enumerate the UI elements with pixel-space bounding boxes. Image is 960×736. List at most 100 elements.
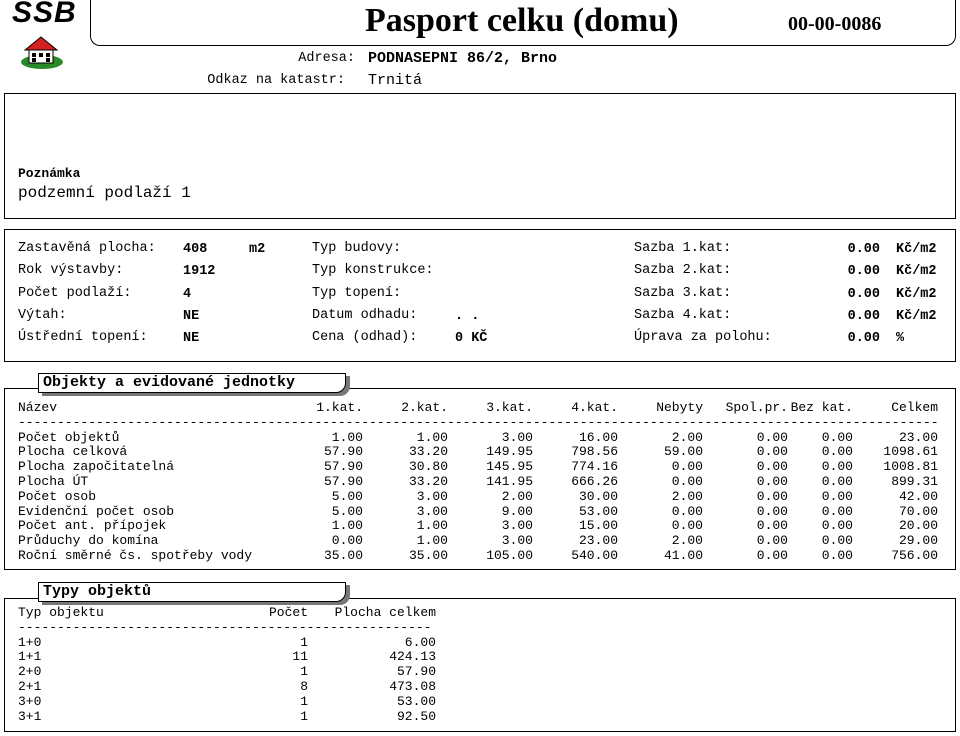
table-cell: 3.00 — [501, 518, 533, 534]
table-cell: 11 — [292, 649, 308, 665]
table-cell: 53.00 — [578, 503, 618, 519]
table-cell: 3.00 — [416, 503, 448, 519]
table-cell: 2.00 — [671, 429, 703, 445]
table-row: 3+0 1 53.00 — [18, 693, 436, 710]
table-cell: 0.00 — [756, 547, 788, 563]
table-cell: 0.00 — [821, 518, 853, 534]
param-value: NE — [183, 309, 200, 324]
table-cell: 0.00 — [671, 473, 703, 489]
table-cell: 20.00 — [898, 518, 938, 534]
table-cell: 1 — [300, 708, 308, 724]
table-row: Roční směrné čs. spotřeby vody 35.00 35.00… — [18, 547, 938, 564]
types-header-cell: Typ objektu — [18, 605, 104, 620]
table-cell: 35.00 — [408, 547, 448, 563]
table-cell: 3+1 — [18, 708, 42, 724]
table-row: 1+1 11 424.13 — [18, 650, 436, 665]
table-cell: 1.00 — [331, 429, 363, 445]
table-cell: 3.00 — [501, 429, 533, 445]
logo-text: SSB — [12, 0, 77, 29]
table-cell: 0.00 — [821, 488, 853, 504]
table-cell: 23.00 — [898, 429, 938, 445]
param-value: 408 — [183, 242, 208, 257]
types-header-cell: Počet — [268, 605, 308, 620]
table-cell: 92.50 — [396, 708, 436, 724]
page-title: Pasport celku (domu) — [365, 2, 679, 39]
table-cell: 70.00 — [898, 503, 938, 519]
param-unit: Kč/m2 — [896, 264, 937, 279]
table-cell: 16.00 — [578, 429, 618, 445]
param-label: Typ topení: — [312, 286, 402, 301]
table-cell: 0.00 — [821, 547, 853, 563]
table-row: Průduchy do komína 0.00 1.00 3.00 23.00 2.00 0… — [18, 533, 938, 549]
table-cell: Evidenční počet osob — [18, 503, 175, 519]
objects-header-cell: Spol.pr. — [725, 400, 788, 415]
table-cell: Počet ant. přípojek — [18, 518, 167, 534]
table-cell: 0.00 — [821, 503, 853, 519]
param-label: Počet podlaží: — [18, 286, 132, 301]
note-value: podzemní podlaží 1 — [18, 184, 191, 202]
objects-header-cell: 3.kat. — [486, 400, 533, 415]
table-cell: 57.90 — [323, 473, 363, 489]
table-row: Plocha započitatelná 57.90 30.80 145.95 774.… — [18, 459, 938, 475]
table-cell: 0.00 — [821, 429, 853, 445]
param-value: . . — [455, 309, 480, 324]
table-cell: 6.00 — [404, 634, 436, 650]
table-cell: 774.16 — [571, 459, 618, 475]
table-cell: 666.26 — [571, 473, 618, 489]
param-unit: Kč/m2 — [896, 309, 937, 324]
table-cell: 57.90 — [323, 459, 363, 475]
table-cell: 35.00 — [323, 547, 363, 563]
table-cell: 0.00 — [821, 473, 853, 489]
table-cell: 8 — [300, 678, 308, 694]
table-cell: 3.00 — [501, 533, 533, 549]
table-cell: 0.00 — [756, 444, 788, 460]
types-table: Typ objektu Počet Plocha celkem -----------… — [18, 605, 436, 724]
separator-line: ----------------------------------------… — [18, 415, 938, 430]
table-row: 2+0 1 57.90 — [18, 664, 436, 680]
note-label: Poznámka — [18, 166, 81, 181]
table-cell: 0.00 — [671, 503, 703, 519]
param-label: Sazba 3.kat: — [634, 286, 732, 301]
table-row: Počet objektů 1.00 1.00 3.00 16.00 2.00 0.00 0.… — [18, 429, 938, 446]
param-unit: % — [896, 331, 905, 346]
param-label: Sazba 4.kat: — [634, 308, 732, 323]
table-cell: Roční směrné čs. spotřeby vody — [18, 547, 253, 563]
param-unit: Kč/m2 — [896, 242, 937, 257]
table-row: Počet osob 5.00 3.00 2.00 30.00 2.00 0.00 0.00 4… — [18, 488, 938, 505]
objects-header-cell: Název — [18, 400, 58, 415]
table-cell: 1.00 — [416, 533, 448, 549]
table-cell: 424.13 — [389, 649, 436, 665]
param-label: Typ konstrukce: — [312, 263, 434, 278]
table-cell: 899.31 — [891, 473, 938, 489]
table-cell: 5.00 — [331, 503, 363, 519]
table-row: Evidenční počet osob 5.00 3.00 9.00 53.00 0.0… — [18, 503, 938, 520]
param-value: 4 — [183, 287, 192, 302]
cadastre-value: Trnitá — [368, 72, 423, 89]
table-cell: Plocha započitatelná — [18, 459, 175, 475]
table-cell: 42.00 — [898, 488, 938, 504]
table-cell: 0.00 — [756, 518, 788, 534]
table-cell: 0.00 — [821, 533, 853, 549]
address-label: Adresa: — [298, 51, 355, 66]
table-cell: 1+1 — [18, 649, 42, 665]
objects-header-cell: 4.kat. — [571, 400, 618, 415]
table-cell: 798.56 — [571, 444, 618, 460]
table-cell: 1 — [300, 664, 308, 680]
table-cell: 0.00 — [331, 533, 363, 549]
table-cell: 53.00 — [396, 693, 436, 709]
table-row: 1+0 1 6.00 — [18, 634, 436, 651]
param-value: 1912 — [183, 264, 216, 279]
objects-table: Název 1.kat. 2.kat. 3.kat. 4.kat. Nebyty Spol.… — [18, 400, 938, 564]
table-cell: 5.00 — [331, 488, 363, 504]
param-unit: m2 — [249, 242, 266, 257]
table-cell: 1.00 — [416, 518, 448, 534]
param-label: Výtah: — [18, 308, 67, 323]
table-row: Plocha ÚT 57.90 33.20 141.95 666.26 0.00 0.00 0… — [18, 473, 938, 490]
table-cell: 0.00 — [671, 459, 703, 475]
table-cell: 29.00 — [898, 533, 938, 549]
cadastre-label: Odkaz na katastr: — [207, 73, 345, 88]
table-cell: 0.00 — [756, 503, 788, 519]
table-cell: 57.90 — [396, 664, 436, 680]
table-cell: 0.00 — [671, 518, 703, 534]
table-cell: 1.00 — [331, 518, 363, 534]
